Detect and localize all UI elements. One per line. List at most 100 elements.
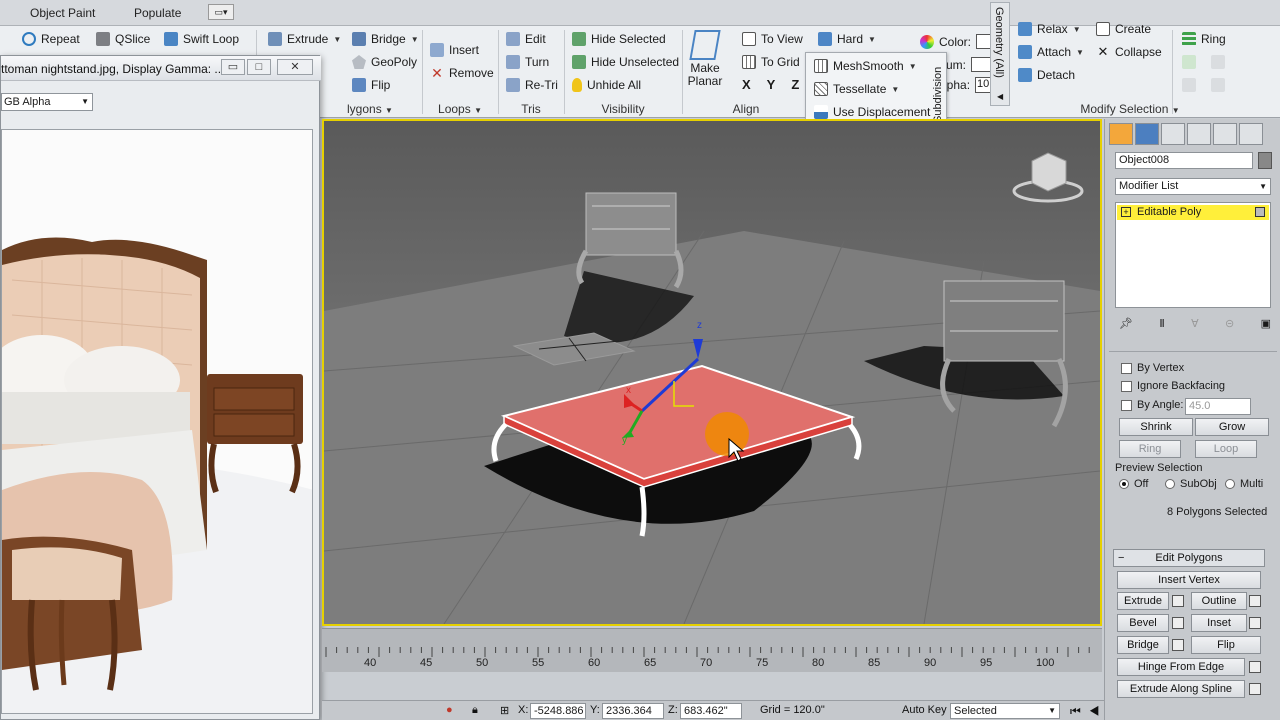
extrude-ribbon-button[interactable]: Extrude ▼ (268, 32, 341, 46)
bevel-button[interactable]: Bevel (1117, 614, 1169, 632)
close-button[interactable]: ✕ (277, 59, 313, 75)
preview-multi-radio[interactable]: Multi (1225, 478, 1263, 490)
make-planar-button[interactable]: Make Planar (688, 30, 722, 88)
preview-subobj-radio[interactable]: SubObj (1165, 478, 1217, 490)
flip-polygon-button[interactable]: Flip (1191, 636, 1261, 654)
expand-icon[interactable]: + (1121, 207, 1131, 217)
preview-off-radio[interactable]: Off (1119, 478, 1148, 490)
lock-icon[interactable]: ● (446, 704, 453, 716)
show-end-result-icon[interactable]: Ⅱ (1159, 317, 1164, 333)
geopoly-button[interactable]: GeoPoly (352, 55, 417, 69)
z-coord-field[interactable]: 683.462" (680, 703, 742, 719)
maximize-button[interactable]: □ (247, 59, 271, 75)
stack-item-toggle-icon[interactable] (1255, 207, 1265, 217)
auto-key-button[interactable]: Auto Key (902, 704, 947, 716)
hide-unselected-button[interactable]: Hide Unselected (572, 55, 679, 69)
illum-swatch[interactable] (971, 57, 992, 72)
motion-panel-tab[interactable] (1187, 123, 1211, 145)
color-picker[interactable]: Color: (920, 34, 995, 49)
group-polygons[interactable]: lygons ▼ (320, 102, 420, 118)
extrude-spline-settings-icon[interactable] (1249, 683, 1261, 695)
flip-button[interactable]: Flip (352, 78, 390, 92)
outline-settings-icon[interactable] (1249, 595, 1261, 607)
ribbon-toggle-button[interactable]: ▭▾ (208, 4, 234, 20)
shrink-button[interactable]: Shrink (1119, 418, 1193, 436)
image-viewer-titlebar[interactable]: ttoman nightstand.jpg, Display Gamma: ..… (1, 56, 321, 81)
bevel-settings-icon[interactable] (1172, 617, 1184, 629)
outline-button[interactable]: Outline (1191, 592, 1247, 610)
retri-button[interactable]: Re-Tri (506, 78, 558, 92)
extrude-settings-icon[interactable] (1172, 595, 1184, 607)
tab-populate[interactable]: Populate (134, 6, 181, 20)
hinge-settings-icon[interactable] (1249, 661, 1261, 673)
hide-selected-button[interactable]: Hide Selected (572, 32, 666, 46)
display-panel-tab[interactable] (1213, 123, 1237, 145)
collapse-button[interactable]: ✕ Collapse (1096, 45, 1162, 59)
pin-stack-icon[interactable]: 📌︎ (1119, 317, 1133, 333)
timeline-ruler[interactable]: 40 45 50 55 60 65 70 75 80 85 90 95 100 (322, 628, 1102, 672)
group-modify-selection[interactable]: Modify Selection ▼ (1040, 102, 1220, 118)
turn-button[interactable]: Turn (506, 55, 549, 69)
x-coord-field[interactable]: -5248.886 (530, 703, 586, 719)
extrude-along-spline-button[interactable]: Extrude Along Spline (1117, 680, 1245, 698)
grow-button[interactable]: Grow (1195, 418, 1269, 436)
object-name-field[interactable]: Object008 (1115, 152, 1253, 169)
repeat-button[interactable]: Repeat (22, 32, 80, 46)
to-grid-button[interactable]: To Grid (742, 55, 800, 69)
insert-vertex-button[interactable]: Insert Vertex (1117, 571, 1261, 589)
y-coord-field[interactable]: 2336.364 (602, 703, 664, 719)
modifier-stack-item[interactable]: + Editable Poly (1117, 205, 1269, 220)
align-z-button[interactable]: Z (791, 77, 799, 92)
qslice-button[interactable]: QSlice (96, 32, 150, 46)
hard-button[interactable]: Hard ▼ (818, 32, 876, 46)
grow-ring-button[interactable] (1182, 55, 1225, 69)
by-angle-checkbox[interactable]: By Angle: (1121, 399, 1183, 411)
create-panel-tab[interactable] (1109, 123, 1133, 145)
perspective-viewport[interactable]: z x y (322, 119, 1102, 626)
make-unique-icon[interactable]: ∀ (1191, 317, 1199, 333)
configure-modifier-sets-icon[interactable]: ▣ (1261, 317, 1271, 333)
tessellate-button[interactable]: Tessellate ▼ (814, 82, 899, 96)
utilities-panel-tab[interactable] (1239, 123, 1263, 145)
selection-lock-icon[interactable]: 🔒︎ (472, 704, 478, 717)
meshsmooth-button[interactable]: MeshSmooth ▼ (814, 59, 917, 73)
swift-loop-button[interactable]: Swift Loop (164, 32, 239, 46)
modify-panel-tab[interactable] (1135, 123, 1159, 145)
relax-button[interactable]: Relax ▼ (1018, 22, 1081, 36)
remove-modifier-icon[interactable]: ⊝ (1225, 317, 1234, 333)
bridge-ribbon-button[interactable]: Bridge ▼ (352, 32, 419, 46)
create-button[interactable]: Create (1096, 22, 1151, 36)
loop-button[interactable]: Loop (1195, 440, 1257, 458)
unhide-all-button[interactable]: Unhide All (572, 78, 641, 92)
key-filter-select[interactable]: Selected ▼ (950, 703, 1060, 719)
detach-button[interactable]: Detach (1018, 68, 1075, 82)
ring-ribbon-button[interactable]: Ring (1182, 32, 1226, 46)
hierarchy-panel-tab[interactable] (1161, 123, 1185, 145)
ring-button[interactable]: Ring (1119, 440, 1181, 458)
to-view-button[interactable]: To View (742, 32, 803, 46)
inset-button[interactable]: Inset (1191, 614, 1247, 632)
ignore-backfacing-checkbox[interactable]: Ignore Backfacing (1121, 380, 1225, 392)
tab-object-paint[interactable]: Object Paint (30, 6, 95, 20)
remove-loop-button[interactable]: ✕ Remove (430, 66, 494, 80)
attach-button[interactable]: Attach ▼ (1018, 45, 1084, 59)
edit-tris-button[interactable]: Edit (506, 32, 546, 46)
inset-settings-icon[interactable] (1249, 617, 1261, 629)
hinge-from-edge-button[interactable]: Hinge From Edge (1117, 658, 1245, 676)
geometry-all-panel-tab[interactable]: Geometry (All) ◀ (990, 2, 1010, 106)
group-loops[interactable]: Loops ▼ (424, 102, 496, 118)
ring-shift-buttons[interactable] (1182, 78, 1225, 92)
by-vertex-checkbox[interactable]: By Vertex (1121, 362, 1184, 374)
absolute-mode-icon[interactable]: ⊞ (500, 704, 509, 717)
align-y-button[interactable]: Y (767, 77, 776, 92)
angle-field[interactable]: 45.0 (1185, 398, 1251, 415)
modifier-list-dropdown[interactable]: Modifier List ▼ (1115, 178, 1271, 195)
channel-select[interactable]: GB Alpha ▼ (1, 93, 93, 111)
bridge-button[interactable]: Bridge (1117, 636, 1169, 654)
object-color-swatch[interactable] (1258, 152, 1272, 169)
insert-loop-button[interactable]: Insert (430, 43, 479, 57)
edit-polygons-rollout-header[interactable]: − Edit Polygons (1113, 549, 1265, 567)
use-displacement-button[interactable]: Use Displacement (814, 105, 930, 119)
bridge-settings-icon[interactable] (1172, 639, 1184, 651)
minimize-button[interactable]: ▭ (221, 59, 245, 75)
